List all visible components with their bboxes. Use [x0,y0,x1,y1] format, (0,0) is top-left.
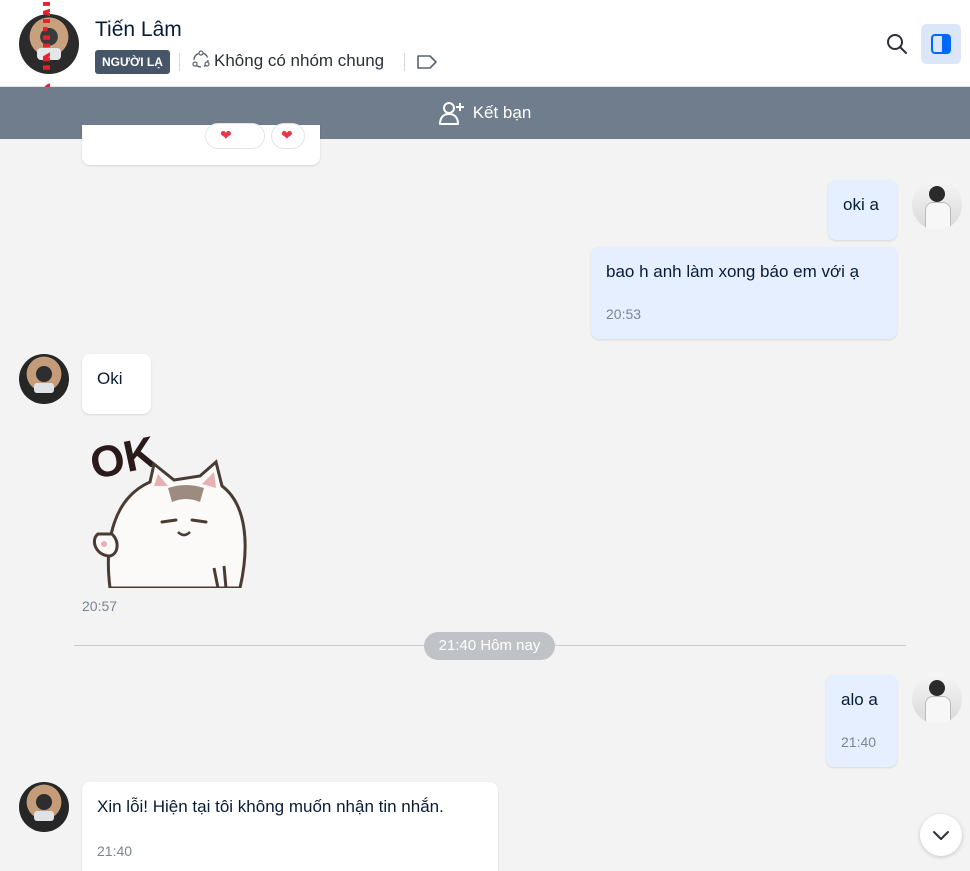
scroll-to-bottom-button[interactable] [920,814,962,856]
search-button[interactable] [880,27,914,61]
message-text: Oki [97,369,123,388]
date-divider: 21:40 Hôm nay [424,632,555,660]
message-text: Xin lỗi! Hiện tại tôi không muốn nhận ti… [97,797,444,816]
tag-icon[interactable] [416,53,438,71]
message-text: bao h anh làm xong báo em với ạ [606,262,860,281]
message-text: alo a [841,690,878,709]
chevron-down-icon [933,831,949,840]
message-time: 21:40 [97,843,133,859]
message-bubble-mine[interactable]: alo a 21:40 [826,675,897,767]
message-bubble-theirs[interactable]: Xin lỗi! Hiện tại tôi không muốn nhận ti… [82,782,498,871]
message-bubble-mine[interactable]: oki a [828,180,897,240]
message-time: 20:53 [606,306,642,322]
my-avatar[interactable] [912,674,962,724]
panel-toggle-icon [931,34,951,54]
my-avatar[interactable] [912,180,962,230]
message-time: 20:57 [82,598,118,614]
chat-header: M.INFO Tiến Lâm NGƯỜI LẠ Không có nhóm c… [0,0,970,105]
contact-avatar[interactable] [19,354,69,404]
divider [404,53,405,71]
toggle-info-panel-button[interactable] [921,24,961,64]
heart-icon: ❤ [281,127,293,143]
message-bubble-theirs[interactable]: Oki [82,354,151,414]
search-icon [887,34,907,54]
contact-avatar[interactable] [19,782,69,832]
group-icon [192,50,210,68]
reaction-pill[interactable]: ❤ [205,123,265,149]
add-friend-icon [438,102,464,125]
reaction-button[interactable]: ❤ [271,123,305,149]
message-bubble-mine[interactable]: bao h anh làm xong báo em với ạ 20:53 [591,247,897,339]
message-text: oki a [843,195,879,214]
previous-message[interactable]: ❤ ❤ [82,123,320,165]
stranger-badge: NGƯỜI LẠ [95,50,170,74]
contact-name[interactable]: Tiến Lâm [95,18,182,42]
heart-icon: ❤ [220,127,232,143]
common-groups-label[interactable]: Không có nhóm chung [214,51,384,71]
divider [179,53,180,71]
message-time: 21:40 [841,734,877,750]
ok-cat-sticker[interactable]: OK [88,428,250,588]
add-friend-label: Kết bạn [472,103,532,122]
